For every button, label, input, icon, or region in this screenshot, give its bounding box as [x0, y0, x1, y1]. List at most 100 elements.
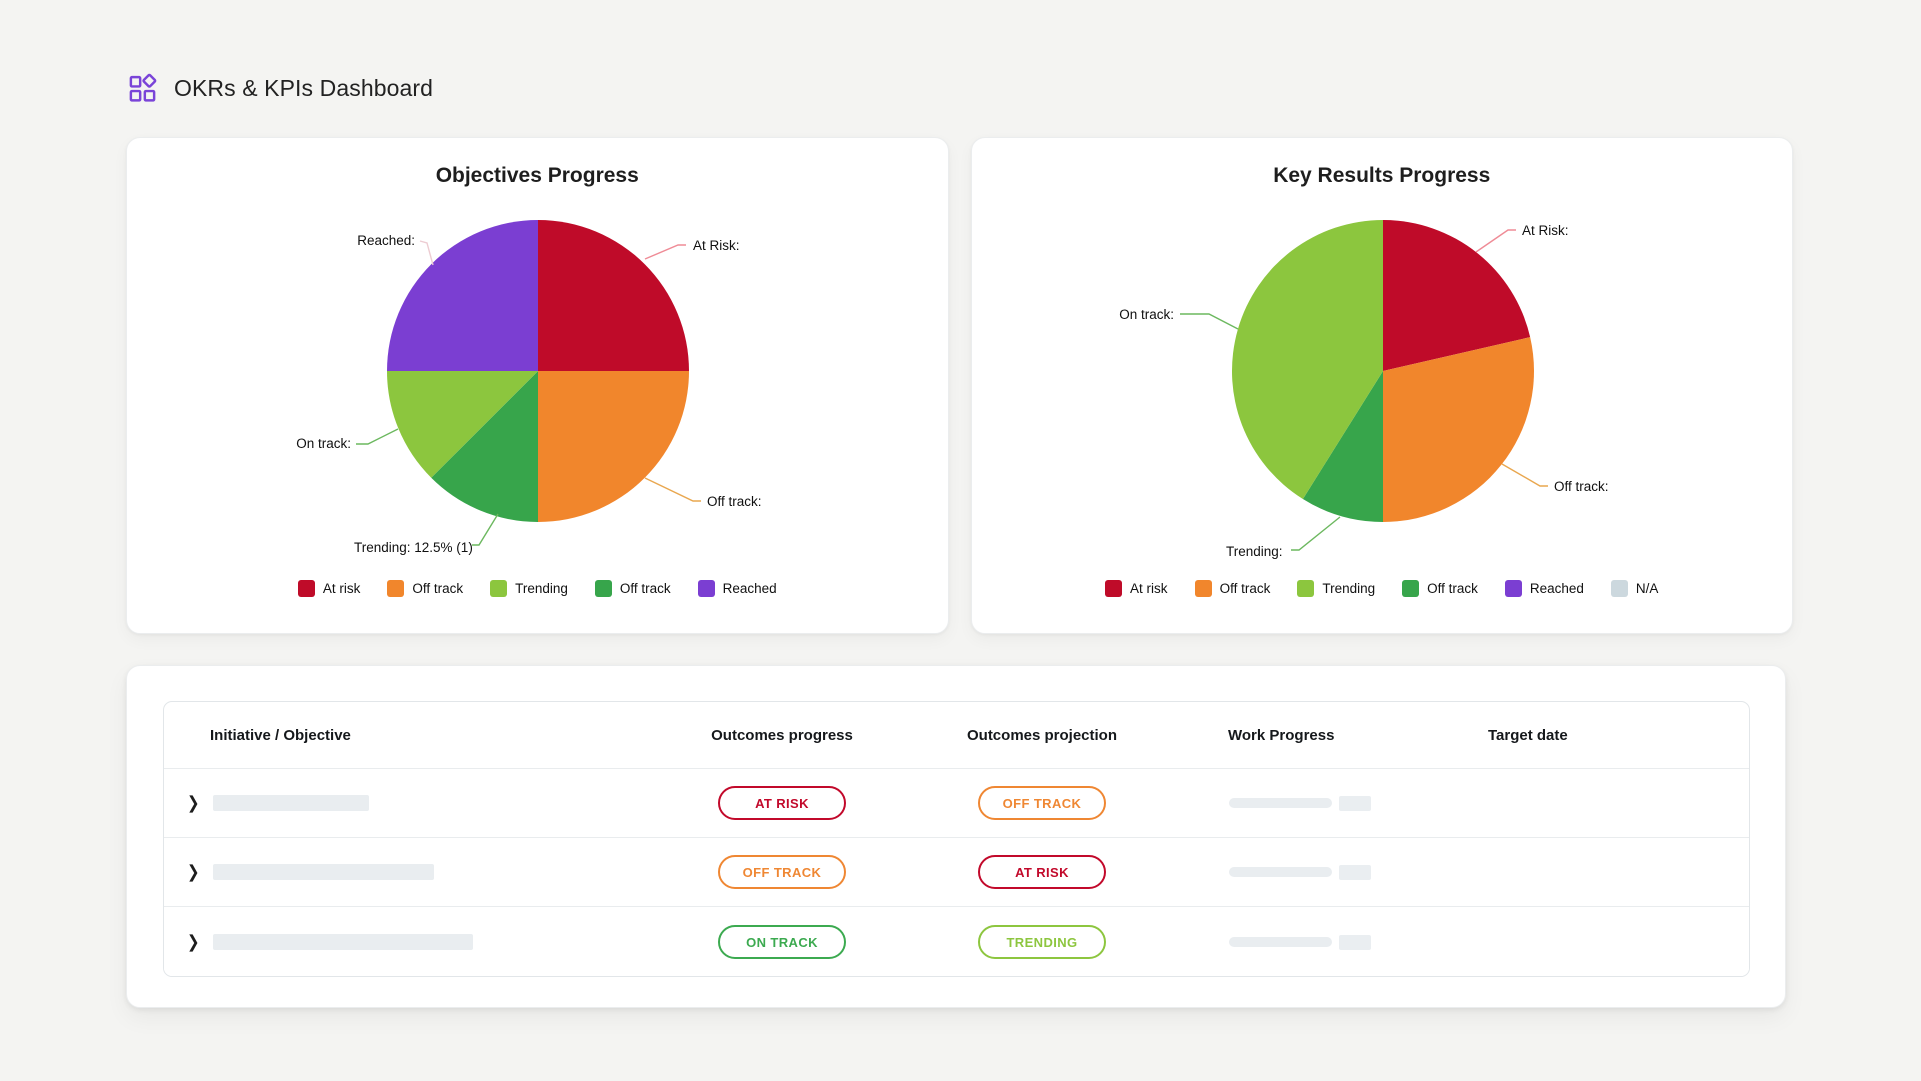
initiative-name-placeholder [213, 864, 434, 880]
leader-line [1180, 314, 1238, 329]
legend-item-off-track[interactable]: Off track [1195, 580, 1271, 597]
progress-bar-track [1229, 798, 1332, 808]
legend-item-off-track[interactable]: Off track [387, 580, 463, 597]
outcomes-projection-cell: OFF TRACK [910, 786, 1174, 820]
callout-trending: Trending: [1226, 544, 1283, 559]
outcomes-projection-cell: AT RISK [910, 855, 1174, 889]
outcomes-projection-cell: TRENDING [910, 925, 1174, 959]
chart-legend: At risk Off track Trending Off track Rea… [127, 580, 948, 597]
legend-label: Off track [1220, 581, 1271, 596]
column-header-outcomes-progress: Outcomes progress [654, 727, 910, 744]
progress-value-placeholder [1339, 796, 1371, 811]
objectives-progress-pie: At Risk: Reached: Off track: On track: T… [127, 193, 949, 578]
column-header-initiative: Initiative / Objective [164, 727, 654, 744]
column-header-target-date: Target date [1488, 727, 1750, 744]
status-badge[interactable]: AT RISK [978, 855, 1106, 889]
expand-chevron-icon[interactable]: ❯ [187, 863, 200, 880]
work-progress-cell [1174, 935, 1488, 950]
callout-trending: Trending: 12.5% (1) [354, 540, 473, 555]
leader-line [645, 478, 701, 501]
key-results-progress-card: Key Results Progress At Risk: On track: … [971, 137, 1794, 634]
legend-item-reached[interactable]: Reached [698, 580, 777, 597]
progress-value-placeholder [1339, 935, 1371, 950]
leader-line [1291, 517, 1340, 550]
outcomes-progress-cell: AT RISK [654, 786, 910, 820]
legend-swatch [1297, 580, 1314, 597]
outcomes-progress-cell: ON TRACK [654, 925, 910, 959]
callout-off-track: Off track: [1554, 479, 1609, 494]
status-badge[interactable]: OFF TRACK [978, 786, 1106, 820]
pie-slice-at-risk[interactable] [538, 220, 689, 371]
table-header-row: Initiative / Objective Outcomes progress… [164, 702, 1749, 769]
legend-item-trending[interactable]: Trending [490, 580, 568, 597]
callout-reached: Reached: [357, 233, 415, 248]
status-badge[interactable]: TRENDING [978, 925, 1106, 959]
initiative-cell: ❯ [164, 934, 654, 950]
legend-label: At risk [1130, 581, 1168, 596]
column-header-work-progress: Work Progress [1174, 727, 1488, 744]
legend-swatch [1505, 580, 1522, 597]
legend-item-off-track-dark[interactable]: Off track [1402, 580, 1478, 597]
progress-value-placeholder [1339, 865, 1371, 880]
callout-at-risk: At Risk: [693, 238, 740, 253]
work-progress-cell [1174, 796, 1488, 811]
leader-line [1476, 230, 1516, 252]
legend-item-reached[interactable]: Reached [1505, 580, 1584, 597]
work-progress-cell [1174, 865, 1488, 880]
legend-item-na[interactable]: N/A [1611, 580, 1659, 597]
status-badge[interactable]: AT RISK [718, 786, 846, 820]
leader-line [356, 429, 398, 444]
callout-at-risk: At Risk: [1522, 223, 1569, 238]
callout-on-track: On track: [296, 436, 351, 451]
dashboard-grid-icon [127, 73, 158, 104]
leader-line [645, 245, 686, 259]
legend-swatch [490, 580, 507, 597]
status-badge[interactable]: OFF TRACK [718, 855, 846, 889]
leader-line [420, 241, 433, 265]
legend-item-trending[interactable]: Trending [1297, 580, 1375, 597]
page-header: OKRs & KPIs Dashboard [127, 73, 433, 104]
initiative-name-placeholder [213, 795, 369, 811]
legend-label: Trending [515, 581, 568, 596]
initiatives-table: Initiative / Objective Outcomes progress… [163, 701, 1750, 977]
progress-bar-track [1229, 867, 1332, 877]
legend-label: N/A [1636, 581, 1659, 596]
initiative-name-placeholder [213, 934, 473, 950]
chart-legend: At risk Off track Trending Off track Rea… [972, 580, 1793, 597]
legend-label: At risk [323, 581, 361, 596]
legend-label: Off track [620, 581, 671, 596]
table-row[interactable]: ❯ AT RISK OFF TRACK [164, 769, 1749, 838]
pie-slices [387, 220, 689, 522]
legend-item-at-risk[interactable]: At risk [298, 580, 361, 597]
legend-item-off-track-dark[interactable]: Off track [595, 580, 671, 597]
pie-slice-off-track[interactable] [538, 371, 689, 522]
pie-slices [1231, 220, 1533, 522]
callout-on-track: On track: [1119, 307, 1174, 322]
legend-swatch [1195, 580, 1212, 597]
charts-row: Objectives Progress At Risk: Reached: Of… [126, 137, 1793, 634]
legend-item-at-risk[interactable]: At risk [1105, 580, 1168, 597]
column-header-outcomes-projection: Outcomes projection [910, 727, 1174, 744]
legend-swatch [387, 580, 404, 597]
leader-line [1502, 464, 1548, 486]
table-row[interactable]: ❯ ON TRACK TRENDING [164, 907, 1749, 977]
initiative-cell: ❯ [164, 795, 654, 811]
page-title: OKRs & KPIs Dashboard [174, 75, 433, 102]
expand-chevron-icon[interactable]: ❯ [187, 933, 200, 950]
legend-label: Reached [1530, 581, 1584, 596]
legend-swatch [595, 580, 612, 597]
legend-swatch [1402, 580, 1419, 597]
key-results-progress-pie: At Risk: On track: Off track: Trending: [972, 193, 1794, 578]
progress-bar-track [1229, 937, 1332, 947]
status-badge[interactable]: ON TRACK [718, 925, 846, 959]
chart-title: Objectives Progress [127, 164, 948, 188]
legend-label: Reached [723, 581, 777, 596]
legend-label: Off track [412, 581, 463, 596]
table-row[interactable]: ❯ OFF TRACK AT RISK [164, 838, 1749, 907]
objectives-progress-card: Objectives Progress At Risk: Reached: Of… [126, 137, 949, 634]
legend-label: Trending [1322, 581, 1375, 596]
expand-chevron-icon[interactable]: ❯ [187, 794, 200, 811]
outcomes-progress-cell: OFF TRACK [654, 855, 910, 889]
legend-swatch [1105, 580, 1122, 597]
callout-off-track: Off track: [707, 494, 762, 509]
